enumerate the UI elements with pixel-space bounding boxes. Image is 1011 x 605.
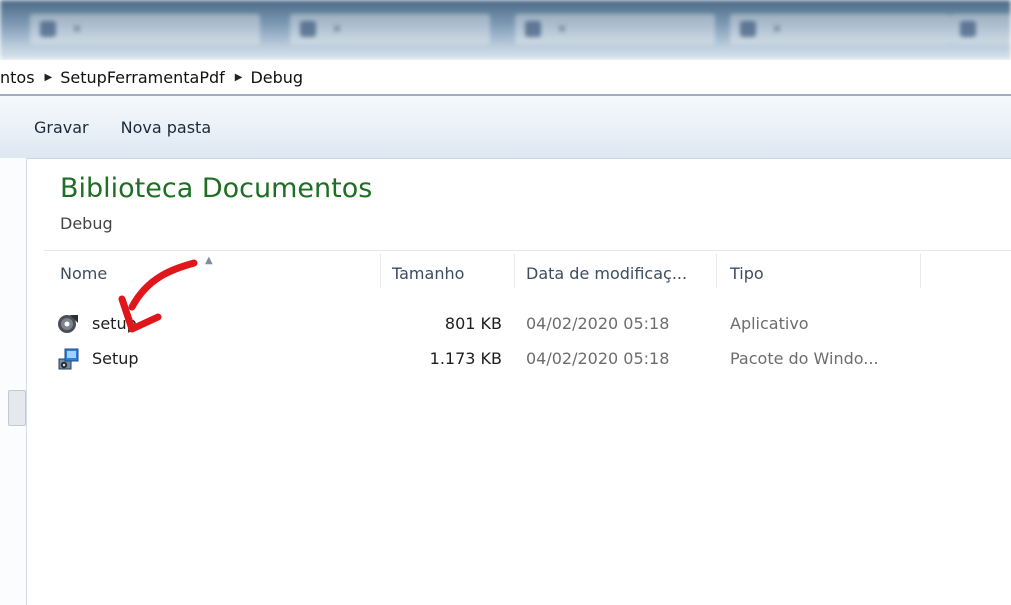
splitter-handle[interactable]	[8, 390, 26, 426]
file-row[interactable]: Setup 1.173 KB 04/02/2020 05:18 Pacote d…	[56, 345, 956, 373]
file-type: Aplicativo	[730, 314, 809, 333]
file-type: Pacote do Windo...	[730, 349, 879, 368]
file-size: 1.173 KB	[429, 349, 502, 368]
command-bar: Gravar Nova pasta	[0, 96, 1011, 159]
app-icon	[40, 21, 56, 37]
column-header-type[interactable]: Tipo	[730, 264, 764, 283]
new-folder-button[interactable]: Nova pasta	[105, 114, 228, 141]
taskbar-tab[interactable]	[950, 14, 1011, 44]
column-header-date[interactable]: Data de modificaç...	[526, 264, 687, 283]
taskbar: ✕ ✕ ✕ ✕	[0, 0, 1011, 60]
breadcrumb-item[interactable]: ntos	[0, 68, 35, 87]
navigation-pane[interactable]	[0, 158, 27, 605]
burn-button[interactable]: Gravar	[18, 114, 105, 141]
breadcrumb-item[interactable]: Debug	[250, 68, 303, 87]
app-icon	[300, 21, 316, 37]
app-icon	[960, 21, 976, 37]
breadcrumb-label: SetupFerramentaPdf	[60, 67, 225, 87]
column-divider[interactable]	[380, 254, 381, 288]
divider	[44, 250, 1011, 251]
close-icon[interactable]: ✕	[772, 22, 782, 36]
breadcrumb-label: Debug	[250, 67, 304, 87]
file-name: Setup	[92, 349, 139, 368]
chevron-right-icon[interactable]: ▶	[235, 72, 243, 83]
column-divider[interactable]	[920, 254, 921, 288]
column-divider[interactable]	[514, 254, 515, 288]
taskbar-tab[interactable]: ✕	[290, 14, 490, 44]
column-header-size[interactable]: Tamanho	[392, 264, 464, 283]
taskbar-tab[interactable]: ✕	[515, 14, 715, 44]
library-subtitle: Debug	[60, 214, 113, 233]
windows-installer-package-icon	[58, 348, 79, 370]
file-date: 04/02/2020 05:18	[526, 349, 670, 368]
library-title: Biblioteca Documentos	[60, 173, 373, 204]
file-size: 801 KB	[444, 314, 502, 333]
red-arrow-icon	[118, 259, 198, 333]
breadcrumb-item[interactable]: SetupFerramentaPdf	[60, 68, 225, 87]
close-icon[interactable]: ✕	[332, 22, 342, 36]
chevron-right-icon[interactable]: ▶	[45, 72, 53, 83]
breadcrumb-label: ntos	[0, 67, 35, 87]
file-date: 04/02/2020 05:18	[526, 314, 670, 333]
close-icon[interactable]: ✕	[72, 22, 82, 36]
taskbar-tab[interactable]: ✕	[30, 14, 260, 44]
app-icon	[525, 21, 541, 37]
taskbar-tab[interactable]: ✕	[730, 14, 950, 44]
address-bar[interactable]: ntos ▶ SetupFerramentaPdf ▶ Debug	[0, 60, 1011, 96]
column-divider[interactable]	[716, 254, 717, 288]
installer-disc-icon	[58, 315, 78, 333]
column-header-name[interactable]: Nome	[60, 264, 107, 283]
close-icon[interactable]: ✕	[557, 22, 567, 36]
app-icon	[740, 21, 756, 37]
